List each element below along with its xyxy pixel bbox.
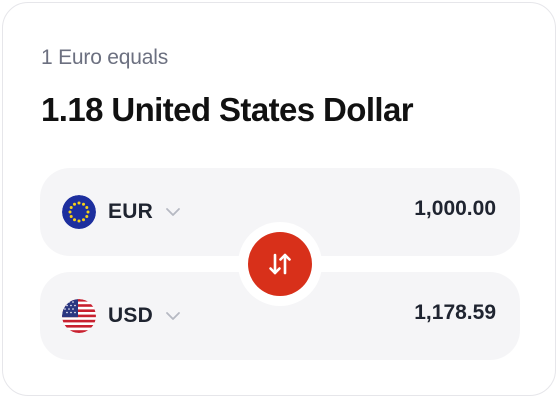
eu-flag-icon xyxy=(62,195,96,229)
from-amount-input[interactable] xyxy=(296,197,496,221)
to-currency-code: USD xyxy=(108,304,153,327)
swap-currencies-button[interactable] xyxy=(248,232,312,296)
swap-arrows-icon xyxy=(269,253,291,275)
rate-subtitle: 1 Euro equals xyxy=(41,46,168,69)
to-amount-input[interactable] xyxy=(296,301,496,325)
from-currency-select[interactable]: EUR xyxy=(62,194,183,230)
from-currency-code: EUR xyxy=(108,200,153,223)
us-flag-icon xyxy=(62,299,96,333)
rate-title: 1.18 United States Dollar xyxy=(41,91,414,128)
chevron-down-icon xyxy=(166,312,180,320)
to-currency-select[interactable]: USD xyxy=(62,298,183,334)
chevron-down-icon xyxy=(166,208,180,216)
